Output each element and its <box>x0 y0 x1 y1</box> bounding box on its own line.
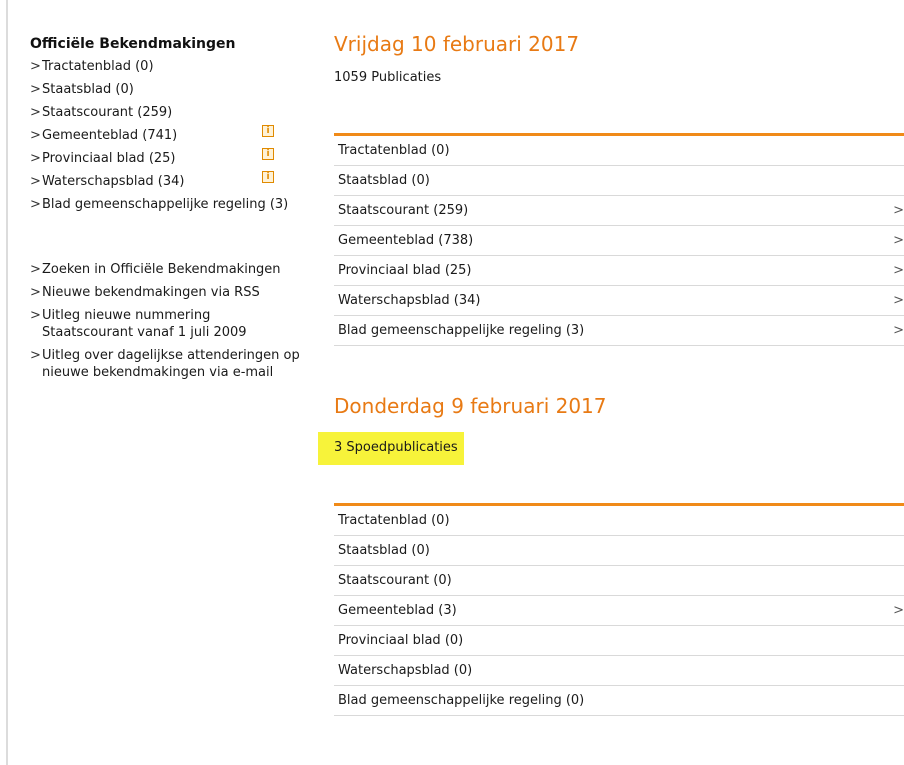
publication-row[interactable]: Staatscourant (259) > <box>334 196 904 226</box>
chevron-right-icon: > <box>893 323 904 338</box>
sidebar-item-label: Staatsblad (0) <box>42 82 134 97</box>
publication-row[interactable]: Staatscourant (0) <box>334 566 904 596</box>
row-label: Provinciaal blad (25) <box>338 263 472 278</box>
link-label: Zoeken in Officiële Bekendmakingen <box>42 262 281 277</box>
link-uitleg-nummering[interactable]: > Uitleg nieuwe nummering Staatscourant v… <box>30 307 300 341</box>
chevron-right-icon: > <box>893 293 904 308</box>
sidebar-item-label: Provinciaal blad (25) <box>42 151 176 166</box>
chevron-right-icon: > <box>30 285 41 300</box>
publication-row[interactable]: Provinciaal blad (0) <box>334 626 904 656</box>
sidebar-item-staatsblad[interactable]: > Staatsblad (0) <box>30 81 300 98</box>
publication-list: Tractatenblad (0) Staatsblad (0) Staatsc… <box>334 136 904 346</box>
info-icon[interactable]: i <box>262 171 274 183</box>
chevron-right-icon: > <box>893 603 904 618</box>
publication-row[interactable]: Tractatenblad (0) <box>334 506 904 536</box>
chevron-right-icon: > <box>30 59 41 74</box>
publication-count[interactable]: 1059 Publicaties <box>334 70 904 85</box>
day-section: Vrijdag 10 februari 2017 1059 Publicatie… <box>334 32 904 346</box>
day-title: Vrijdag 10 februari 2017 <box>334 32 580 56</box>
day-section: Donderdag 9 februari 2017 3 Spoedpublica… <box>318 394 904 716</box>
publication-row[interactable]: Blad gemeenschappelijke regeling (0) <box>334 686 904 716</box>
row-label: Waterschapsblad (34) <box>338 293 481 308</box>
row-label: Staatsblad (0) <box>338 173 430 188</box>
row-label: Staatsblad (0) <box>338 543 430 558</box>
publication-type-list: > Tractatenblad (0) > Staatsblad (0) > Staa… <box>30 58 300 213</box>
sidebar-item-blad-gemeenschappelijke-regeling[interactable]: > Blad gemeenschappelijke regeling (3) <box>30 196 300 213</box>
row-label: Provinciaal blad (0) <box>338 633 464 648</box>
publication-row[interactable]: Gemeenteblad (738) > <box>334 226 904 256</box>
publication-row[interactable]: Waterschapsblad (34) > <box>334 286 904 316</box>
row-label: Waterschapsblad (0) <box>338 663 473 678</box>
chevron-right-icon: > <box>30 197 41 212</box>
row-label: Gemeenteblad (738) <box>338 233 474 248</box>
chevron-right-icon: > <box>893 263 904 278</box>
day-title: Donderdag 9 februari 2017 <box>334 394 607 418</box>
chevron-right-icon: > <box>30 174 41 189</box>
row-label: Tractatenblad (0) <box>338 143 450 158</box>
publication-row[interactable]: Waterschapsblad (0) <box>334 656 904 686</box>
row-label: Staatscourant (0) <box>338 573 452 588</box>
sidebar-links: > Zoeken in Officiële Bekendmakingen > Nie… <box>30 261 300 381</box>
chevron-right-icon: > <box>893 233 904 248</box>
chevron-right-icon: > <box>30 348 41 363</box>
chevron-right-icon: > <box>30 105 41 120</box>
publication-list: Tractatenblad (0) Staatsblad (0) Staatsc… <box>334 506 904 716</box>
sidebar-title: Officiële Bekendmakingen <box>30 36 236 52</box>
link-label: Uitleg over dagelijkse attenderingen op … <box>42 348 300 380</box>
publication-row[interactable]: Gemeenteblad (3) > <box>334 596 904 626</box>
sidebar-item-label: Gemeenteblad (741) <box>42 128 178 143</box>
chevron-right-icon: > <box>893 203 904 218</box>
link-uitleg-attenderingen[interactable]: > Uitleg over dagelijkse attenderingen op… <box>30 347 300 381</box>
info-icon[interactable]: i <box>262 148 274 160</box>
publication-row[interactable]: Blad gemeenschappelijke regeling (3) > <box>334 316 904 346</box>
chevron-right-icon: > <box>30 308 41 323</box>
sidebar-item-label: Tractatenblad (0) <box>42 59 154 74</box>
row-label: Blad gemeenschappelijke regeling (3) <box>338 323 585 338</box>
sidebar-item-gemeenteblad[interactable]: > Gemeenteblad (741) i <box>30 125 300 144</box>
link-zoeken[interactable]: > Zoeken in Officiële Bekendmakingen <box>30 261 300 278</box>
sidebar-item-waterschapsblad[interactable]: > Waterschapsblad (34) i <box>30 171 300 190</box>
publication-row[interactable]: Staatsblad (0) <box>334 166 904 196</box>
link-rss[interactable]: > Nieuwe bekendmakingen via RSS <box>30 284 300 301</box>
publication-row[interactable]: Provinciaal blad (25) > <box>334 256 904 286</box>
sidebar-item-label: Staatscourant (259) <box>42 105 173 120</box>
chevron-right-icon: > <box>30 128 41 143</box>
chevron-right-icon: > <box>30 151 41 166</box>
link-label: Nieuwe bekendmakingen via RSS <box>42 285 260 300</box>
chevron-right-icon: > <box>30 262 41 277</box>
row-label: Gemeenteblad (3) <box>338 603 457 618</box>
sidebar-item-tractatenblad[interactable]: > Tractatenblad (0) <box>30 58 300 75</box>
sidebar: Officiële Bekendmakingen > Tractatenblad … <box>30 36 300 387</box>
sidebar-item-staatscourant[interactable]: > Staatscourant (259) <box>30 104 300 121</box>
publication-row[interactable]: Staatsblad (0) <box>334 536 904 566</box>
info-icon[interactable]: i <box>262 125 274 137</box>
sidebar-item-label: Blad gemeenschappelijke regeling (3) <box>42 197 289 212</box>
link-label: Uitleg nieuwe nummering Staatscourant va… <box>42 308 247 340</box>
sidebar-item-label: Waterschapsblad (34) <box>42 174 185 189</box>
chevron-right-icon: > <box>30 82 41 97</box>
row-label: Staatscourant (259) <box>338 203 469 218</box>
sidebar-item-provinciaal-blad[interactable]: > Provinciaal blad (25) i <box>30 148 300 167</box>
main-content: Vrijdag 10 februari 2017 1059 Publicatie… <box>318 32 904 716</box>
row-label: Tractatenblad (0) <box>338 513 450 528</box>
publication-row[interactable]: Tractatenblad (0) <box>334 136 904 166</box>
page-left-border <box>6 0 8 765</box>
row-label: Blad gemeenschappelijke regeling (0) <box>338 693 585 708</box>
publication-count-highlighted[interactable]: 3 Spoedpublicaties <box>318 432 464 465</box>
